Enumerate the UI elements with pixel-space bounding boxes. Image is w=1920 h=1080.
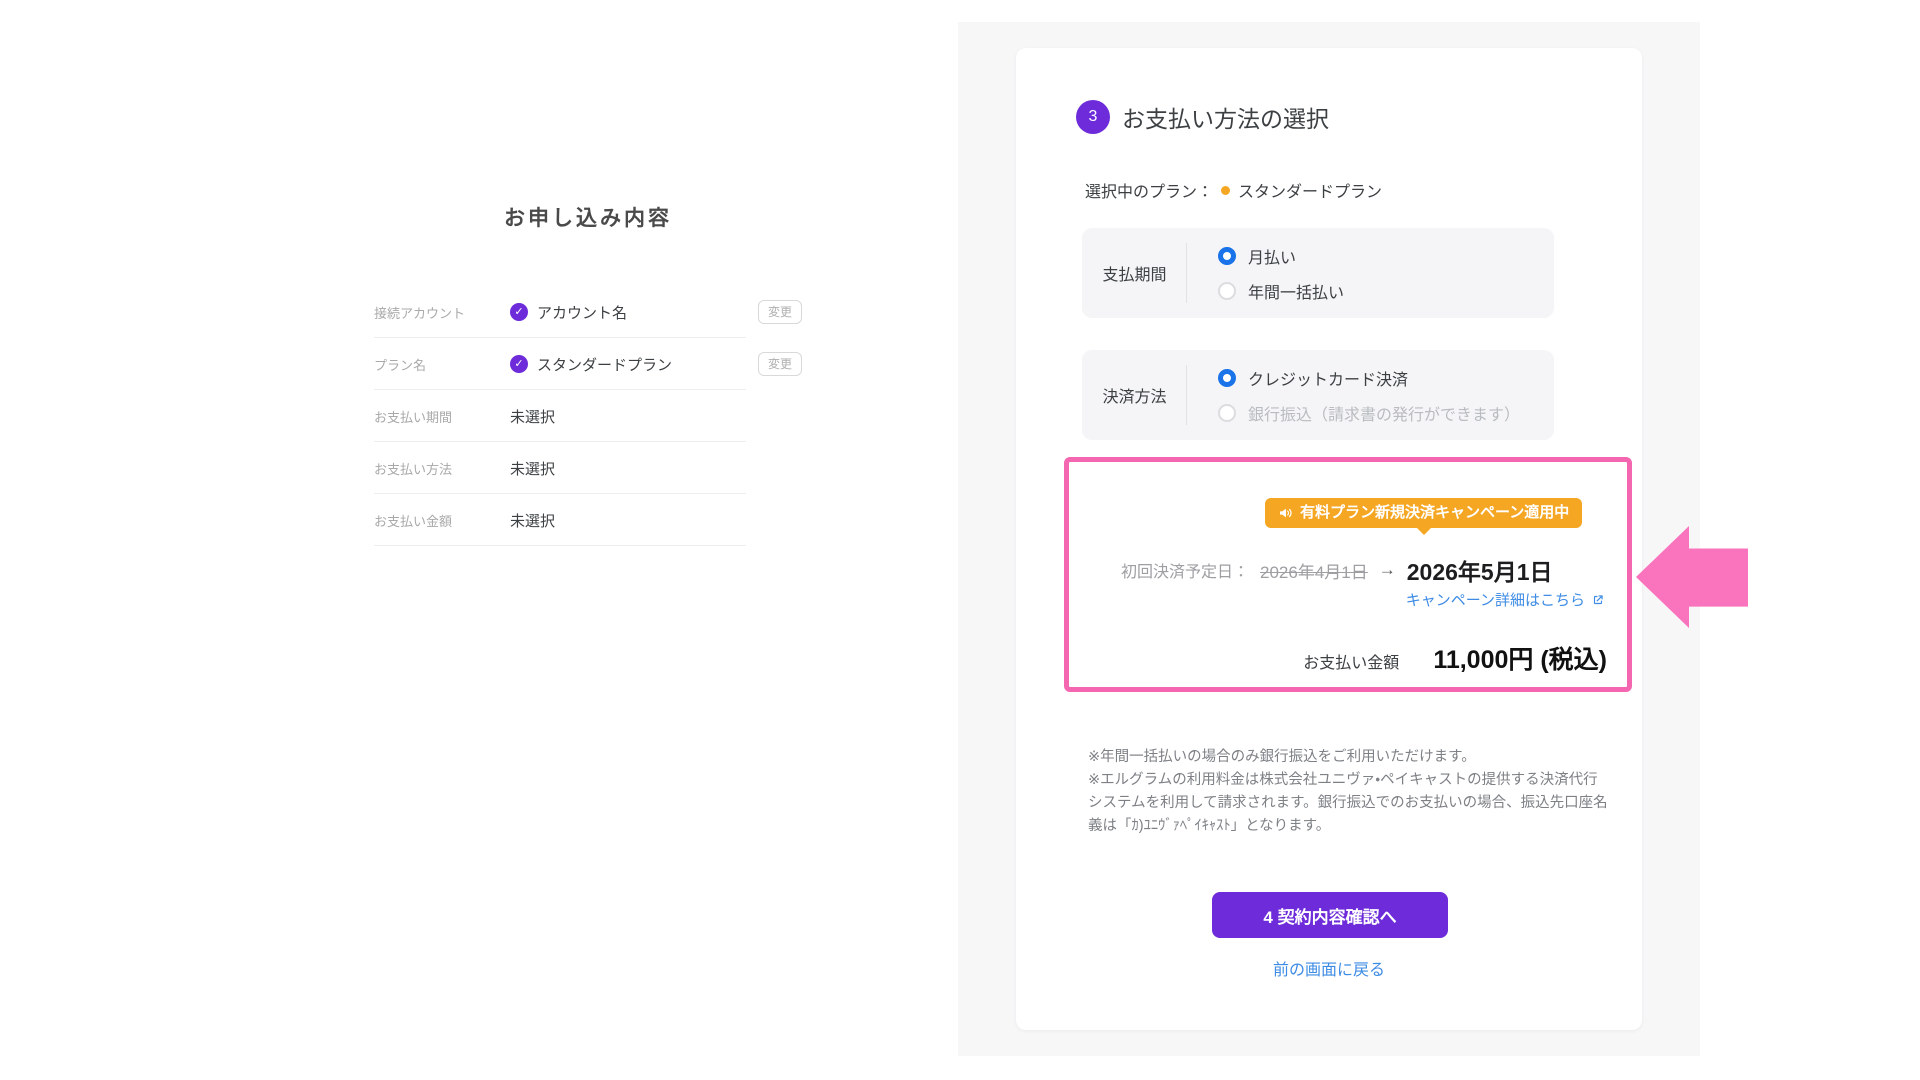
row-label: プラン名 [374, 355, 510, 374]
radio-annual[interactable]: 年間一括払い [1218, 279, 1344, 303]
radio-label: クレジットカード決済 [1248, 366, 1408, 390]
row-value: ✓ アカウント名 [510, 302, 758, 323]
radio-selected-icon[interactable] [1218, 247, 1236, 265]
change-plan-button[interactable]: 変更 [758, 352, 802, 376]
megaphone-icon [1278, 505, 1294, 521]
change-account-button[interactable]: 変更 [758, 300, 802, 324]
table-row: 接続アカウント ✓ アカウント名 変更 [374, 286, 802, 338]
external-link-icon [1591, 593, 1605, 607]
page: お申し込み内容 接続アカウント ✓ アカウント名 変更 プラン名 ✓ スタンダー… [0, 0, 1920, 1080]
payment-period-section: 支払期間 月払い 年間一括払い [1082, 228, 1554, 318]
selected-plan-value: スタンダードプラン [1238, 178, 1382, 202]
check-icon: ✓ [510, 355, 528, 373]
payment-amount-value: 11,000円 (税込) [1433, 640, 1607, 676]
back-to-previous-link[interactable]: 前の画面に戻る [1016, 956, 1642, 980]
radio-monthly[interactable]: 月払い [1218, 244, 1344, 268]
payment-method-options: クレジットカード決済 銀行振込（請求書の発行ができます） [1187, 350, 1520, 440]
page-title: お支払い方法の選択 [1122, 100, 1329, 134]
application-summary-table: 接続アカウント ✓ アカウント名 変更 プラン名 ✓ スタンダードプラン 変更 … [374, 286, 802, 546]
note-line: ※エルグラムの利用料金は株式会社ユニヴァ・ペイキャストの提供する決済代行システム… [1088, 769, 1612, 838]
payment-method-section: 決済方法 クレジットカード決済 銀行振込（請求書の発行ができます） [1082, 350, 1554, 440]
radio-label: 月払い [1248, 244, 1296, 268]
table-row: お支払い金額 未選択 [374, 494, 802, 546]
plan-dot-icon [1221, 186, 1230, 195]
new-date: 2026年5月1日 [1407, 553, 1553, 587]
note-line: ※年間一括払いの場合のみ銀行振込をご利用いただけます。 [1088, 746, 1612, 769]
confirm-contract-button[interactable]: 4 契約内容確認へ [1212, 892, 1448, 938]
row-value: 未選択 [510, 458, 802, 479]
row-value-text: アカウント名 [537, 302, 627, 323]
campaign-highlight-box: 有料プラン新規決済キャンペーン適用中 初回決済予定日： 2026年4月1日 → … [1064, 457, 1632, 692]
row-value-text: 未選択 [510, 406, 555, 427]
row-value-text: 未選択 [510, 510, 555, 531]
selected-plan-label: 選択中のプラン： [1085, 178, 1213, 202]
row-value-text: 未選択 [510, 458, 555, 479]
row-value: 未選択 [510, 406, 802, 427]
payment-amount-label: お支払い金額 [1303, 649, 1399, 673]
radio-selected-icon[interactable] [1218, 369, 1236, 387]
first-payment-label: 初回決済予定日： [1121, 558, 1249, 582]
row-label: お支払い方法 [374, 459, 510, 478]
application-summary-title: お申し込み内容 [374, 202, 802, 232]
step-header: 3 お支払い方法の選択 [1076, 100, 1329, 134]
selected-plan-line: 選択中のプラン： スタンダードプラン [1085, 178, 1382, 202]
payment-card: 3 お支払い方法の選択 選択中のプラン： スタンダードプラン 支払期間 月払い [1016, 48, 1642, 1030]
old-date-strikethrough: 2026年4月1日 [1260, 558, 1368, 583]
annotation-left-arrow [1636, 526, 1748, 628]
payment-period-label: 支払期間 [1082, 228, 1187, 318]
payment-notes: ※年間一括払いの場合のみ銀行振込をご利用いただけます。 ※エルグラムの利用料金は… [1088, 746, 1612, 838]
payment-period-options: 月払い 年間一括払い [1187, 228, 1344, 318]
radio-label: 銀行振込（請求書の発行ができます） [1248, 401, 1520, 425]
campaign-badge-text: 有料プラン新規決済キャンペーン適用中 [1300, 498, 1569, 528]
row-value: 未選択 [510, 510, 802, 531]
radio-label: 年間一括払い [1248, 279, 1344, 303]
radio-unselected-icon[interactable] [1218, 282, 1236, 300]
radio-credit-card[interactable]: クレジットカード決済 [1218, 366, 1520, 390]
payment-panel-background: 3 お支払い方法の選択 選択中のプラン： スタンダードプラン 支払期間 月払い [958, 22, 1700, 1056]
payment-amount-row: お支払い金額 11,000円 (税込) [1303, 640, 1607, 676]
radio-bank-transfer[interactable]: 銀行振込（請求書の発行ができます） [1218, 401, 1520, 425]
row-label: お支払い期間 [374, 407, 510, 426]
row-value-text: スタンダードプラン [537, 354, 672, 375]
first-payment-date-row: 初回決済予定日： 2026年4月1日 → 2026年5月1日 [1121, 553, 1553, 587]
campaign-badge: 有料プラン新規決済キャンペーン適用中 [1265, 498, 1582, 528]
campaign-detail-link-text: キャンペーン詳細はこちら [1406, 589, 1585, 610]
payment-method-label: 決済方法 [1082, 350, 1187, 440]
step-number-badge: 3 [1076, 100, 1110, 134]
row-value: ✓ スタンダードプラン [510, 354, 758, 375]
table-row: お支払い期間 未選択 [374, 390, 802, 442]
campaign-detail-link[interactable]: キャンペーン詳細はこちら [1406, 589, 1605, 610]
row-label: お支払い金額 [374, 511, 510, 530]
table-row: プラン名 ✓ スタンダードプラン 変更 [374, 338, 802, 390]
row-label: 接続アカウント [374, 303, 510, 322]
table-row: お支払い方法 未選択 [374, 442, 802, 494]
arrow-right-icon: → [1379, 560, 1396, 580]
check-icon: ✓ [510, 303, 528, 321]
radio-unselected-icon[interactable] [1218, 404, 1236, 422]
